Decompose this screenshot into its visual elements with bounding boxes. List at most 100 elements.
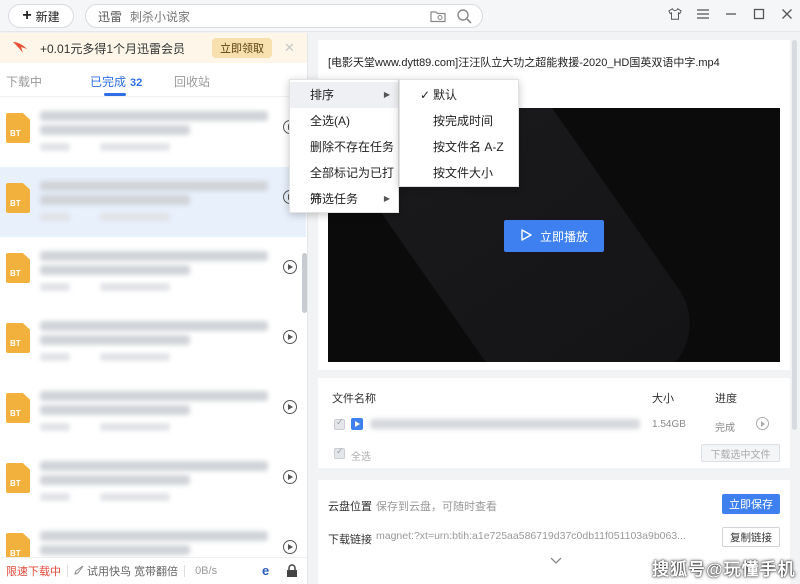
play-icon (520, 228, 532, 244)
submenu-arrow-icon: ▶ (383, 90, 390, 99)
menu-item-mark-opened[interactable]: 全部标记为已打开 (290, 160, 398, 206)
search-brand: 迅雷 (98, 9, 123, 24)
browser-icon[interactable]: e (262, 563, 269, 578)
cloud-location-label: 云盘位置 (328, 501, 372, 513)
bt-badge: BT (10, 479, 21, 488)
tab-recycle[interactable]: 回收站 (174, 73, 210, 90)
list-scrollbar[interactable] (302, 253, 307, 313)
select-all-checkbox[interactable] (334, 446, 345, 459)
menu-icon[interactable] (696, 6, 710, 22)
promo-close-icon[interactable]: ✕ (284, 40, 295, 56)
task-row[interactable]: BT (0, 377, 306, 447)
task-row[interactable]: BT (0, 307, 306, 377)
blurred-task-title (40, 405, 190, 415)
new-task-button[interactable]: + 新建 (8, 4, 74, 28)
thunder-logo-icon (12, 40, 28, 57)
task-row[interactable]: BT (0, 167, 306, 237)
plus-icon: + (22, 7, 32, 24)
bt-file-icon: BT (6, 393, 30, 423)
tab-completed[interactable]: 已完成 32 (90, 73, 142, 90)
blurred-task-title (40, 335, 190, 345)
promo-banner: +0.01元多得1个月迅雷会员 立即领取 ✕ (0, 33, 307, 63)
menu-item-delete-missing[interactable]: 删除不存在任务 (290, 134, 398, 160)
chevron-down-icon[interactable] (550, 554, 562, 568)
speed-limit-status[interactable]: 限速下载中 (6, 563, 61, 579)
bt-badge: BT (10, 199, 21, 208)
save-now-button[interactable]: 立即保存 (722, 494, 780, 514)
task-row[interactable]: BT (0, 447, 306, 517)
status-divider (67, 565, 68, 577)
task-row[interactable]: BT (0, 517, 306, 557)
menu-item-select-all[interactable]: 全选(A) (290, 108, 398, 134)
file-name-header: 文件名称 (332, 393, 376, 405)
menu-item-filter[interactable]: 筛选任务 ▶ (290, 186, 398, 212)
blurred-task-title (40, 475, 190, 485)
file-progress-header: 进度 (715, 393, 737, 405)
blurred-task-date (100, 213, 170, 221)
blurred-task-date (100, 493, 170, 501)
download-selected-button[interactable]: 下载选中文件 (701, 444, 780, 462)
task-row[interactable]: BT (0, 237, 306, 307)
search-icon[interactable] (456, 8, 472, 27)
bt-file-icon: BT (6, 323, 30, 353)
blurred-task-title (40, 461, 268, 471)
copy-link-button[interactable]: 复制链接 (722, 527, 780, 547)
file-play-icon[interactable] (756, 417, 769, 430)
play-circle-icon[interactable] (283, 260, 297, 274)
task-row[interactable]: BT (0, 97, 306, 167)
skin-icon[interactable] (668, 6, 682, 22)
status-bar: 限速下载中 试用快鸟 宽带翻倍 0B/s e (0, 557, 307, 584)
bt-badge: BT (10, 549, 21, 557)
blurred-task-date (100, 143, 170, 151)
menu-item-label: 筛选任务 (310, 192, 359, 206)
blurred-task-size (40, 423, 70, 431)
task-tabs: 下载中 已完成 32 回收站 (0, 63, 307, 97)
video-file-icon (351, 418, 363, 430)
sort-option-label: 按文件大小 (433, 166, 494, 180)
blurred-task-title (40, 531, 268, 541)
completed-count: 32 (130, 77, 143, 89)
status-divider (184, 565, 186, 577)
maximize-icon[interactable] (752, 6, 766, 22)
search-input[interactable]: 迅雷 刺杀小说家 (85, 4, 483, 28)
bt-badge: BT (10, 409, 21, 418)
watermark: 搜狐号@玩懂手机 (652, 560, 796, 579)
folder-search-icon[interactable] (430, 8, 446, 27)
file-checkbox[interactable] (334, 417, 345, 430)
blurred-task-size (40, 493, 70, 501)
play-now-button[interactable]: 立即播放 (504, 220, 604, 252)
sort-by-name[interactable]: 按文件名 A-Z (400, 134, 518, 160)
tab-downloading[interactable]: 下载中 (6, 73, 42, 90)
select-all-label: 全选 (351, 452, 371, 463)
video-title: [电影天堂www.dytt89.com]汪汪队立大功之超能救援-2020_HD国… (328, 57, 720, 69)
tab-underline (104, 93, 126, 96)
bt-badge: BT (10, 129, 21, 138)
blurred-task-title (40, 181, 268, 191)
blurred-file-name (370, 419, 640, 429)
magnet-link[interactable]: magnet:?xt=urn:btih:a1e725aa586719d37c0d… (376, 530, 696, 542)
menu-item-sort[interactable]: 排序 ▶ (290, 82, 398, 108)
lock-icon[interactable] (286, 564, 298, 581)
claim-button[interactable]: 立即领取 (212, 38, 272, 58)
sort-by-size[interactable]: 按文件大小 (400, 160, 518, 186)
play-circle-icon[interactable] (283, 330, 297, 344)
download-speed: 0B/s (195, 565, 218, 577)
sort-option-label: 默认 (433, 88, 458, 102)
play-circle-icon[interactable] (283, 470, 297, 484)
blurred-task-title (40, 195, 190, 205)
sort-default[interactable]: ✓ 默认 (400, 82, 518, 108)
sort-by-time[interactable]: 按完成时间 (400, 108, 518, 134)
bt-file-icon: BT (6, 113, 30, 143)
bt-file-icon: BT (6, 533, 30, 557)
minimize-icon[interactable] (724, 6, 738, 22)
trial-link[interactable]: 试用快鸟 宽带翻倍 (87, 563, 178, 579)
play-circle-icon[interactable] (283, 540, 297, 554)
menu-item-label: 排序 (310, 88, 335, 102)
detail-scrollbar[interactable] (792, 40, 797, 430)
blurred-task-title (40, 545, 190, 555)
blurred-task-title (40, 125, 190, 135)
play-circle-icon[interactable] (283, 400, 297, 414)
close-icon[interactable] (780, 6, 794, 22)
menu-item-label: 全选(A) (310, 114, 350, 128)
blurred-task-size (40, 143, 70, 151)
